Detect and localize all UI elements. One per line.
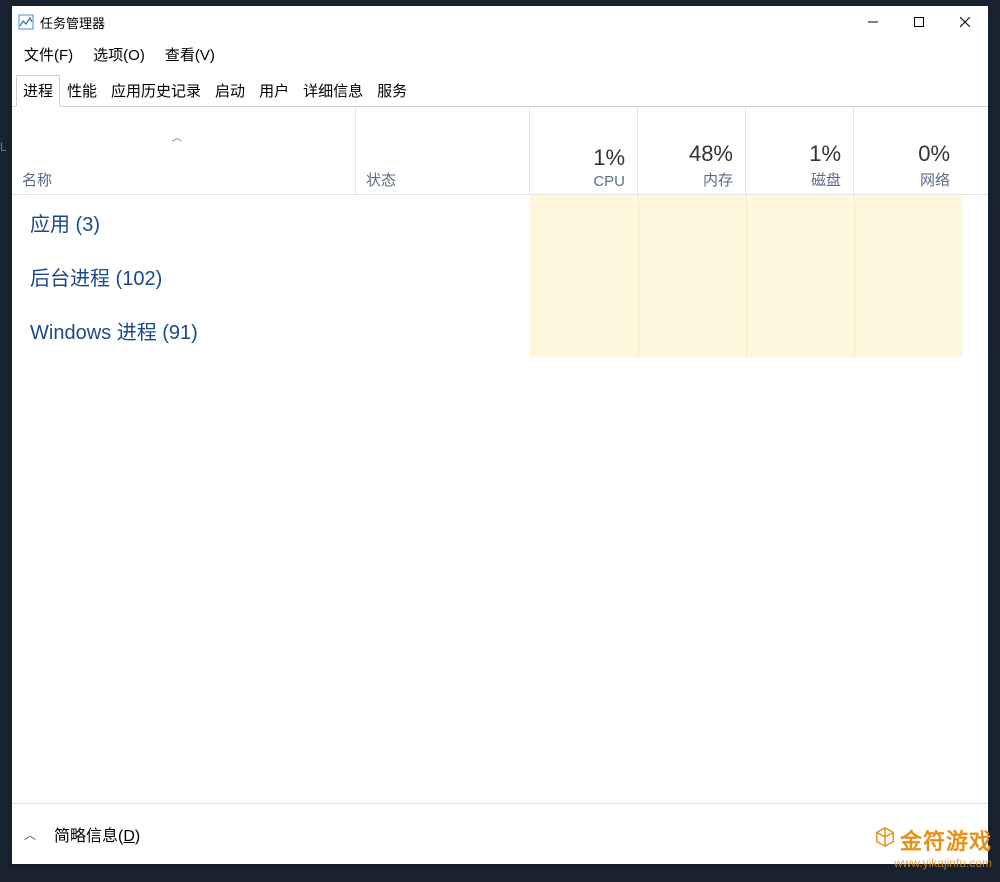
column-memory[interactable]: 48% 内存 — [638, 107, 746, 194]
watermark-title: 金符游戏 — [900, 824, 992, 856]
tab-services[interactable]: 服务 — [370, 75, 414, 106]
statusbar: ︿ 简略信息(D) — [12, 804, 988, 864]
titlebar: 任务管理器 — [12, 6, 988, 38]
column-name-label: 名称 — [22, 169, 355, 190]
network-percent: 0% — [918, 141, 950, 167]
memory-percent: 48% — [689, 141, 733, 167]
column-status-label: 状态 — [366, 169, 529, 190]
memory-label: 内存 — [703, 169, 733, 190]
tab-processes[interactable]: 进程 — [16, 75, 60, 107]
column-disk[interactable]: 1% 磁盘 — [746, 107, 854, 194]
tab-app-history[interactable]: 应用历史记录 — [104, 75, 208, 106]
task-manager-window: 任务管理器 文件(F) 选项(O) 查看(V) 进程 性能 应用历史记录 启动 … — [12, 6, 988, 864]
process-list: 应用 (3) 后台进程 (102) Windows 进程 (91) — [12, 195, 988, 803]
disk-percent: 1% — [809, 141, 841, 167]
group-windows[interactable]: Windows 进程 (91) — [12, 303, 988, 357]
watermark: 金符游戏 www.yikajinfu.com — [874, 824, 992, 870]
window-title: 任务管理器 — [40, 13, 105, 32]
tabbar: 进程 性能 应用历史记录 启动 用户 详细信息 服务 — [12, 75, 988, 107]
menubar: 文件(F) 选项(O) 查看(V) — [12, 38, 988, 75]
window-controls — [850, 6, 988, 38]
tab-details[interactable]: 详细信息 — [296, 75, 370, 106]
column-name[interactable]: ︿ 名称 — [12, 107, 356, 194]
column-network[interactable]: 0% 网络 — [854, 107, 962, 194]
minimize-button[interactable] — [850, 6, 896, 38]
menu-file[interactable]: 文件(F) — [24, 44, 73, 65]
tab-performance[interactable]: 性能 — [60, 75, 104, 106]
disk-label: 磁盘 — [811, 169, 841, 190]
group-background[interactable]: 后台进程 (102) — [12, 249, 988, 303]
background-fragment-left: L — [0, 140, 12, 160]
cube-icon — [874, 826, 896, 854]
sort-indicator-icon: ︿ — [172, 129, 182, 144]
group-apps[interactable]: 应用 (3) — [12, 195, 988, 249]
tab-users[interactable]: 用户 — [252, 75, 296, 106]
maximize-button[interactable] — [896, 6, 942, 38]
content-area: ︿ 名称 状态 1% CPU 48% 内存 1% 磁盘 0% 网络 — [12, 107, 988, 804]
chevron-up-icon[interactable]: ︿ — [24, 826, 36, 843]
cpu-label: CPU — [593, 173, 625, 190]
tab-startup[interactable]: 启动 — [208, 75, 252, 106]
cpu-percent: 1% — [593, 145, 625, 171]
watermark-url: www.yikajinfu.com — [894, 856, 992, 870]
close-button[interactable] — [942, 6, 988, 38]
brief-info-link[interactable]: 简略信息(D) — [54, 822, 140, 846]
column-cpu[interactable]: 1% CPU — [530, 107, 638, 194]
menu-options[interactable]: 选项(O) — [93, 44, 145, 65]
column-headers: ︿ 名称 状态 1% CPU 48% 内存 1% 磁盘 0% 网络 — [12, 107, 988, 195]
column-status[interactable]: 状态 — [356, 107, 530, 194]
network-label: 网络 — [920, 169, 950, 190]
menu-view[interactable]: 查看(V) — [165, 44, 215, 65]
app-icon — [18, 14, 34, 30]
